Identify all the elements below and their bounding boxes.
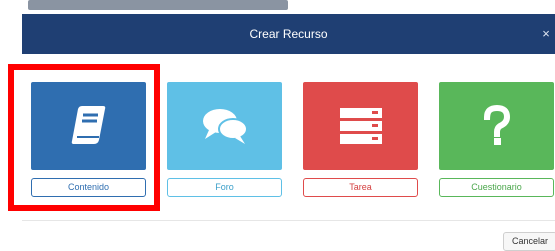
close-button[interactable]: × (539, 14, 553, 54)
modal-header: Crear Recurso × (22, 14, 555, 54)
question-mark-icon (483, 105, 510, 145)
resource-tile-foro[interactable] (167, 82, 282, 170)
resource-tile-tarea[interactable] (303, 82, 418, 170)
speech-bubbles-icon (202, 109, 248, 144)
resource-button-tarea[interactable]: Tarea (303, 178, 418, 197)
modal-title: Crear Recurso (249, 27, 328, 41)
background-page-strip (0, 0, 555, 14)
resource-button-foro[interactable]: Foro (167, 178, 282, 197)
highlight-box-annotation (8, 64, 160, 211)
task-list-icon (339, 108, 382, 144)
resource-button-cuestionario[interactable]: Cuestionario (439, 178, 554, 197)
background-nav-blur (28, 0, 288, 10)
footer-divider (22, 220, 555, 221)
resource-tile-cuestionario[interactable] (439, 82, 554, 170)
cancel-button[interactable]: Cancelar (503, 232, 555, 251)
